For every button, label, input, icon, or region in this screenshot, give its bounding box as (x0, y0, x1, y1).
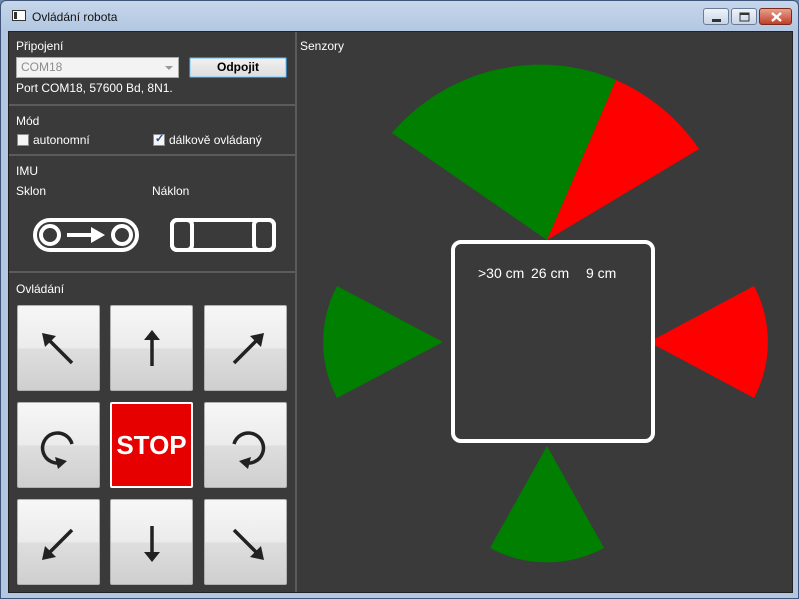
reading-right: 9 cm (586, 265, 616, 281)
move-forward-button[interactable] (110, 305, 193, 391)
port-selected-value: COM18 (21, 60, 63, 74)
app-window: Ovládání robota Připojení COM18 Odpojit (0, 0, 799, 599)
rotate-left-button[interactable] (17, 402, 100, 488)
left-panel: Připojení COM18 Odpojit Port COM18, 5760… (9, 32, 297, 592)
close-icon (771, 12, 782, 22)
mode-section: Mód autonomní dálkově ovládaný (9, 106, 295, 156)
rear-sensor-sector (490, 446, 604, 563)
port-combobox[interactable]: COM18 (16, 57, 179, 78)
rotate-left-icon (40, 431, 74, 469)
reading-left: >30 cm (478, 265, 524, 281)
connection-section: Připojení COM18 Odpojit Port COM18, 5760… (9, 32, 295, 106)
rotate-right-button[interactable] (204, 402, 287, 488)
stop-button[interactable]: STOP (110, 402, 193, 488)
imu-section: IMU Sklon Náklon (9, 156, 295, 273)
pitch-label: Sklon (16, 184, 47, 198)
reading-center: 26 cm (531, 265, 569, 281)
sensor-map: >30 cm 26 cm 9 cm (323, 64, 768, 563)
connection-status: Port COM18, 57600 Bd, 8N1. (16, 81, 173, 95)
connection-heading: Připojení (16, 39, 64, 53)
right-sensor-sector (649, 286, 768, 398)
autonomous-checkbox[interactable] (17, 134, 29, 146)
imu-heading: IMU (16, 164, 38, 178)
arrow-up-right-icon (232, 333, 264, 365)
close-button[interactable] (759, 8, 792, 25)
pitch-indicator-icon (33, 218, 139, 252)
control-heading: Ovládání (16, 282, 65, 296)
move-backward-button[interactable] (110, 499, 193, 585)
arrow-down-icon (144, 526, 160, 562)
window-title: Ovládání robota (32, 10, 118, 24)
arrow-down-left-icon (42, 528, 74, 560)
chevron-down-icon[interactable] (165, 66, 173, 70)
autonomous-label: autonomní (33, 133, 90, 147)
maximize-icon (739, 12, 750, 22)
left-sensor-sector (323, 286, 443, 398)
app-icon (12, 10, 26, 21)
stop-label: STOP (116, 430, 187, 460)
remote-control-label: dálkově ovládaný (169, 133, 262, 147)
maximize-button[interactable] (731, 8, 757, 25)
remote-control-checkbox[interactable] (153, 132, 165, 146)
move-down-left-button[interactable] (17, 499, 100, 585)
rotate-right-icon (232, 431, 266, 469)
move-up-left-button[interactable] (17, 305, 100, 391)
mode-heading: Mód (16, 114, 40, 128)
title-bar[interactable]: Ovládání robota (1, 1, 798, 31)
arrow-down-right-icon (232, 528, 264, 560)
move-up-right-button[interactable] (204, 305, 287, 391)
sensors-panel: Senzory >30 cm 26 cm 9 cm (297, 32, 792, 592)
control-section: Ovládání STOP (9, 273, 295, 592)
client-area: Připojení COM18 Odpojit Port COM18, 5760… (8, 31, 793, 593)
disconnect-button[interactable]: Odpojit (189, 57, 287, 78)
arrow-up-icon (144, 330, 160, 366)
roll-label: Náklon (152, 184, 190, 198)
minimize-button[interactable] (703, 8, 729, 25)
move-down-right-button[interactable] (204, 499, 287, 585)
minimize-icon (712, 19, 721, 22)
arrow-up-left-icon (42, 333, 74, 365)
roll-indicator-icon (170, 218, 276, 252)
